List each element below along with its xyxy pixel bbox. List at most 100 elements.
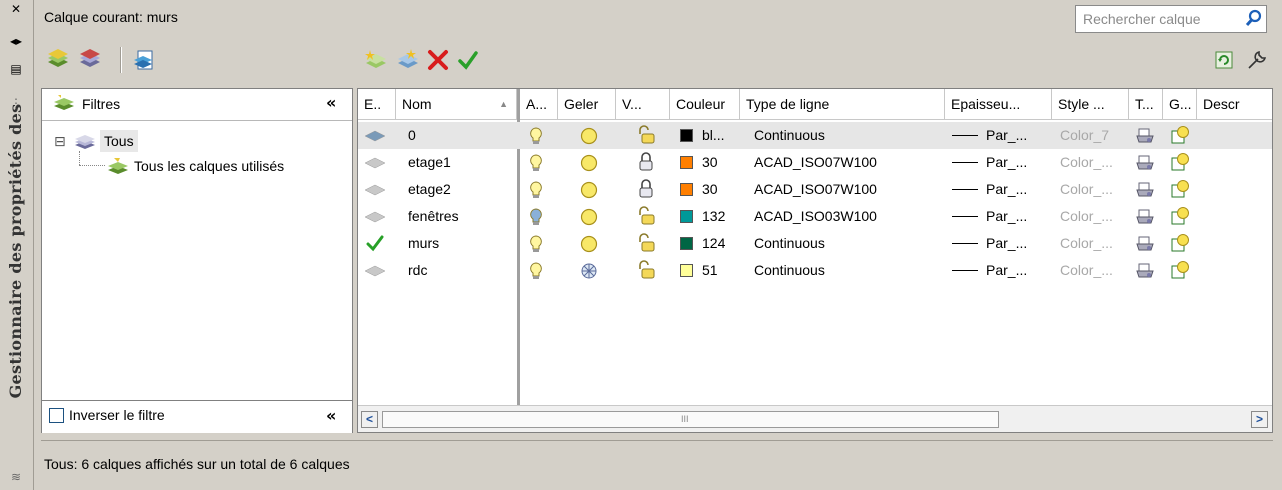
col-header-freeze[interactable]: Geler [558, 89, 616, 120]
scroll-thumb[interactable]: III [382, 411, 999, 428]
plot-printer-icon[interactable] [1136, 181, 1154, 199]
snowflake-frozen-icon[interactable] [579, 261, 599, 281]
vp-freeze-sun-icon[interactable] [1170, 260, 1190, 280]
color-value[interactable]: 124 [702, 230, 725, 257]
layer-name[interactable]: etage2 [408, 176, 451, 203]
refresh-icon[interactable] [1212, 48, 1236, 72]
layer-row[interactable]: etage2 30 ACAD_ISO07W100 Par_... Color_... [358, 176, 1272, 203]
linetype-value[interactable]: ACAD_ISO07W100 [754, 176, 877, 203]
new-layer-icon[interactable] [364, 48, 388, 72]
lineweight-value[interactable]: Par_... [986, 230, 1027, 257]
lineweight-value[interactable]: Par_... [986, 176, 1027, 203]
set-current-icon[interactable] [456, 48, 480, 72]
col-header-color[interactable]: Couleur [670, 89, 740, 120]
layer-name[interactable]: murs [408, 230, 439, 257]
color-swatch[interactable] [680, 210, 693, 223]
sun-thawed-icon[interactable] [579, 234, 599, 254]
close-icon[interactable]: ✕ [7, 2, 25, 16]
layer-row[interactable]: rdc 51 Continuous Par_... Color_... [358, 257, 1272, 284]
tree-item-all[interactable]: ⊟ Tous [54, 130, 164, 152]
layer-row[interactable]: 0 bl... Continuous Par_... Color_7 [358, 122, 1272, 149]
linetype-value[interactable]: Continuous [754, 257, 825, 284]
color-swatch[interactable] [680, 129, 693, 142]
color-value[interactable]: 132 [702, 203, 725, 230]
new-layer-vp-frozen-icon[interactable] [396, 48, 420, 72]
sun-thawed-icon[interactable] [579, 153, 599, 173]
color-swatch[interactable] [680, 264, 693, 277]
light-bulb-on-icon[interactable] [528, 153, 544, 173]
light-bulb-on-icon[interactable] [528, 234, 544, 254]
layer-name[interactable]: rdc [408, 257, 427, 284]
vp-freeze-sun-icon[interactable] [1170, 152, 1190, 172]
tree-item-used-layers[interactable]: Tous les calques utilisés [106, 155, 346, 177]
vp-freeze-sun-icon[interactable] [1170, 206, 1190, 226]
palette-title-bar[interactable]: ✕ ◂▸ ▤ ⋮ Gestionnaire des propriétés des… [0, 0, 34, 490]
layer-states-manager-icon[interactable] [132, 48, 156, 72]
invert-filter-checkbox[interactable] [49, 408, 64, 423]
linetype-value[interactable]: Continuous [754, 122, 825, 149]
new-group-filter-icon[interactable] [78, 48, 102, 72]
scroll-left-button[interactable]: < [361, 411, 378, 428]
properties-menu-icon[interactable]: ▤ [7, 62, 25, 76]
col-header-description[interactable]: Descr [1197, 89, 1272, 120]
layer-name[interactable]: 0 [408, 122, 416, 149]
collapse-filters-bottom-button[interactable]: « [326, 406, 336, 425]
col-header-lock[interactable]: V... [616, 89, 670, 120]
linetype-value[interactable]: ACAD_ISO03W100 [754, 203, 877, 230]
lineweight-value[interactable]: Par_... [986, 203, 1027, 230]
settings-wrench-icon[interactable] [1245, 48, 1269, 72]
plot-printer-icon[interactable] [1136, 262, 1154, 280]
horizontal-scrollbar[interactable]: < III > [358, 405, 1272, 432]
col-header-linetype[interactable]: Type de ligne [740, 89, 945, 120]
col-header-status[interactable]: E.. [358, 89, 396, 120]
sun-thawed-icon[interactable] [579, 180, 599, 200]
color-swatch[interactable] [680, 237, 693, 250]
layer-name[interactable]: fenêtres [408, 203, 459, 230]
auto-hide-icon[interactable]: ◂▸ [7, 34, 25, 48]
color-value[interactable]: 51 [702, 257, 718, 284]
vp-freeze-sun-icon[interactable] [1170, 179, 1190, 199]
light-bulb-on-icon[interactable] [528, 180, 544, 200]
plot-printer-icon[interactable] [1136, 235, 1154, 253]
col-header-vp-freeze[interactable]: G... [1163, 89, 1197, 120]
lineweight-value[interactable]: Par_... [986, 122, 1027, 149]
tree-toggle-icon[interactable]: ⊟ [54, 130, 66, 152]
layer-row[interactable]: murs 124 Continuous Par_... Color_... [358, 230, 1272, 257]
scroll-right-button[interactable]: > [1251, 411, 1268, 428]
lock-closed-icon[interactable] [637, 152, 655, 172]
lock-open-icon[interactable] [637, 260, 655, 280]
sun-thawed-icon[interactable] [579, 207, 599, 227]
plot-printer-icon[interactable] [1136, 127, 1154, 145]
color-value[interactable]: 30 [702, 176, 718, 203]
color-swatch[interactable] [680, 183, 693, 196]
col-header-plot-style[interactable]: Style ... [1052, 89, 1129, 120]
lineweight-value[interactable]: Par_... [986, 257, 1027, 284]
lock-open-icon[interactable] [637, 125, 655, 145]
lock-open-icon[interactable] [637, 206, 655, 226]
color-value[interactable]: bl... [702, 122, 725, 149]
col-header-plot[interactable]: T... [1129, 89, 1163, 120]
layer-row[interactable]: fenêtres 132 ACAD_ISO03W100 Par_... Color_..… [358, 203, 1272, 230]
col-header-lineweight[interactable]: Epaisseu... [945, 89, 1052, 120]
color-swatch[interactable] [680, 156, 693, 169]
linetype-value[interactable]: Continuous [754, 230, 825, 257]
lock-open-icon[interactable] [637, 233, 655, 253]
lock-closed-icon[interactable] [637, 179, 655, 199]
col-header-name[interactable]: Nom ▲ [396, 89, 517, 120]
vp-freeze-sun-icon[interactable] [1170, 233, 1190, 253]
search-icon[interactable] [1244, 8, 1264, 30]
search-layer-input[interactable]: Rechercher calque [1075, 5, 1267, 33]
collapse-filters-button[interactable]: « [326, 93, 336, 112]
color-value[interactable]: 30 [702, 149, 718, 176]
plot-printer-icon[interactable] [1136, 154, 1154, 172]
light-bulb-on-icon[interactable] [528, 126, 544, 146]
col-header-on[interactable]: A... [520, 89, 558, 120]
new-property-filter-icon[interactable] [46, 48, 70, 72]
linetype-value[interactable]: ACAD_ISO07W100 [754, 149, 877, 176]
light-bulb-off-icon[interactable] [528, 207, 544, 227]
layer-name[interactable]: etage1 [408, 149, 451, 176]
layer-row[interactable]: etage1 30 ACAD_ISO07W100 Par_... Color_... [358, 149, 1272, 176]
light-bulb-on-icon[interactable] [528, 261, 544, 281]
lineweight-value[interactable]: Par_... [986, 149, 1027, 176]
plot-printer-icon[interactable] [1136, 208, 1154, 226]
